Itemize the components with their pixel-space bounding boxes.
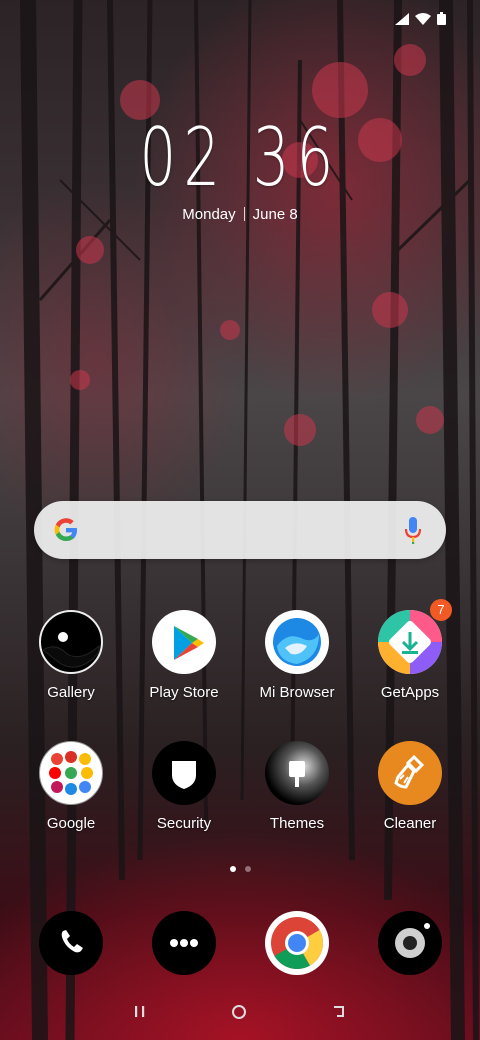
app-label: Cleaner bbox=[383, 815, 437, 832]
getapps-icon: 7 bbox=[378, 599, 452, 674]
chrome-icon[interactable] bbox=[265, 911, 329, 975]
signal-icon bbox=[395, 12, 409, 25]
app-label: Google bbox=[46, 815, 96, 832]
back-button[interactable] bbox=[332, 1005, 348, 1019]
mi-browser-icon bbox=[265, 610, 329, 674]
app-security[interactable]: Security bbox=[129, 741, 239, 832]
clock-time[interactable]: 02 36 bbox=[67, 118, 413, 198]
google-folder-icon bbox=[39, 741, 103, 805]
mic-icon[interactable] bbox=[404, 516, 422, 544]
navigation-bar bbox=[0, 1000, 480, 1024]
app-play-store[interactable]: Play Store bbox=[129, 610, 239, 701]
clock-date[interactable]: Monday June 8 bbox=[0, 206, 480, 223]
app-label: Themes bbox=[269, 815, 325, 832]
day-label: Monday bbox=[182, 206, 236, 223]
app-themes[interactable]: Themes bbox=[242, 741, 352, 832]
date-label: June 8 bbox=[252, 206, 298, 223]
app-gallery[interactable]: Gallery bbox=[16, 610, 126, 701]
play-store-icon bbox=[152, 610, 216, 674]
app-label: Gallery bbox=[47, 684, 95, 701]
notification-badge: 7 bbox=[430, 599, 452, 621]
camera-icon[interactable] bbox=[378, 911, 442, 975]
battery-icon bbox=[437, 12, 446, 25]
page-indicator bbox=[0, 866, 480, 872]
app-cleaner[interactable]: Cleaner bbox=[355, 741, 465, 832]
app-mi-browser[interactable]: Mi Browser bbox=[242, 610, 352, 701]
app-google-folder[interactable]: Google bbox=[16, 741, 126, 832]
cleaner-icon bbox=[378, 741, 442, 805]
themes-icon bbox=[265, 741, 329, 805]
page-dot-active bbox=[229, 866, 236, 872]
home-button[interactable] bbox=[231, 1004, 247, 1020]
google-logo-icon bbox=[54, 518, 77, 541]
wifi-icon bbox=[415, 12, 431, 25]
recents-button[interactable] bbox=[132, 1005, 148, 1019]
phone-icon[interactable] bbox=[39, 911, 103, 975]
app-label: Mi Browser bbox=[259, 684, 335, 701]
app-label: Play Store bbox=[149, 684, 219, 701]
security-icon bbox=[152, 741, 216, 805]
google-search-bar[interactable] bbox=[34, 501, 446, 559]
status-bar bbox=[395, 12, 446, 25]
messaging-icon[interactable] bbox=[152, 911, 216, 975]
page-dot bbox=[244, 866, 251, 872]
app-getapps[interactable]: 7 GetApps bbox=[355, 599, 465, 701]
date-separator bbox=[243, 207, 245, 221]
app-label: GetApps bbox=[380, 684, 440, 701]
gallery-icon bbox=[39, 610, 103, 674]
app-label: Security bbox=[156, 815, 212, 832]
